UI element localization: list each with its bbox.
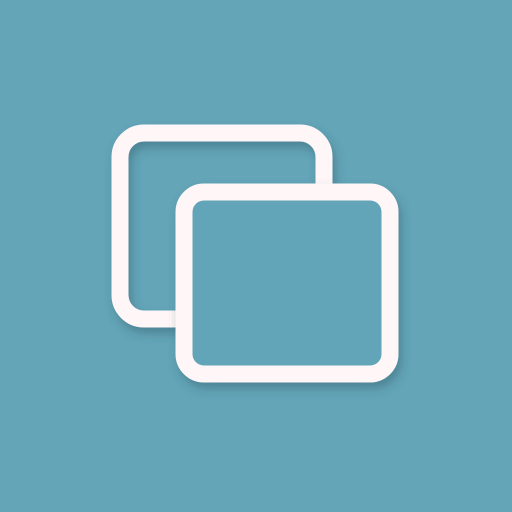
overlapping-windows-icon bbox=[0, 0, 512, 512]
app-icon bbox=[0, 0, 512, 512]
front-window-outline bbox=[175, 183, 399, 383]
